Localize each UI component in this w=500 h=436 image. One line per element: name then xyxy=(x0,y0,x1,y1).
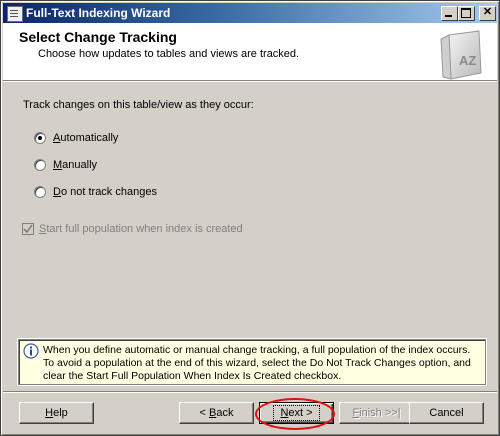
back-label: < Back xyxy=(199,407,234,419)
radio-label: Do not track changes xyxy=(53,186,157,198)
start-population-label: Start full population when index is crea… xyxy=(39,223,243,235)
title-bar[interactable]: Full-Text Indexing Wizard ✕ xyxy=(3,3,497,23)
book-icon-text: AZ xyxy=(459,53,476,68)
back-button[interactable]: < Back xyxy=(179,402,254,424)
finish-button[interactable]: Finish >>| xyxy=(339,402,414,424)
radio-button[interactable] xyxy=(34,186,46,198)
next-label: Next > xyxy=(273,405,320,421)
start-population-checkbox-row[interactable]: Start full population when index is crea… xyxy=(22,223,243,235)
help-button[interactable]: Help xyxy=(19,402,94,424)
finish-label: Finish >>| xyxy=(352,407,401,419)
wizard-header: Select Change Tracking Choose how update… xyxy=(3,23,497,82)
radio-button[interactable] xyxy=(34,159,46,171)
radio-label: Automatically xyxy=(53,132,119,144)
wizard-window: Full-Text Indexing Wizard ✕ Select Chang… xyxy=(0,0,500,436)
radio-do-not-track[interactable]: Do not track changes xyxy=(34,185,157,199)
minimize-icon[interactable] xyxy=(441,6,458,21)
radio-manually[interactable]: Manually xyxy=(34,158,97,172)
button-separator xyxy=(3,391,497,392)
radio-button[interactable] xyxy=(34,132,46,144)
close-icon[interactable]: ✕ xyxy=(479,6,496,21)
close-glyph: ✕ xyxy=(482,6,493,18)
page-title: Select Change Tracking xyxy=(19,29,177,45)
page-subtitle: Choose how updates to tables and views a… xyxy=(38,48,300,60)
tracking-prompt: Track changes on this table/view as they… xyxy=(23,99,254,111)
radio-label: Manually xyxy=(53,159,98,171)
app-icon xyxy=(7,6,23,22)
info-panel: When you define automatic or manual chan… xyxy=(18,339,486,385)
start-population-checkbox[interactable] xyxy=(22,223,34,235)
next-button[interactable]: Next > xyxy=(259,402,334,424)
radio-automatically[interactable]: Automatically xyxy=(34,131,118,145)
cancel-label: Cancel xyxy=(429,407,464,419)
maximize-icon[interactable] xyxy=(458,6,475,21)
info-text: When you define automatic or manual chan… xyxy=(43,344,471,382)
info-icon xyxy=(23,343,39,359)
book-az-icon: AZ xyxy=(440,30,482,80)
window-title: Full-Text Indexing Wizard xyxy=(26,6,171,20)
help-label: Help xyxy=(45,407,68,419)
checkmark-icon xyxy=(23,224,33,234)
cancel-button[interactable]: Cancel xyxy=(409,402,484,424)
